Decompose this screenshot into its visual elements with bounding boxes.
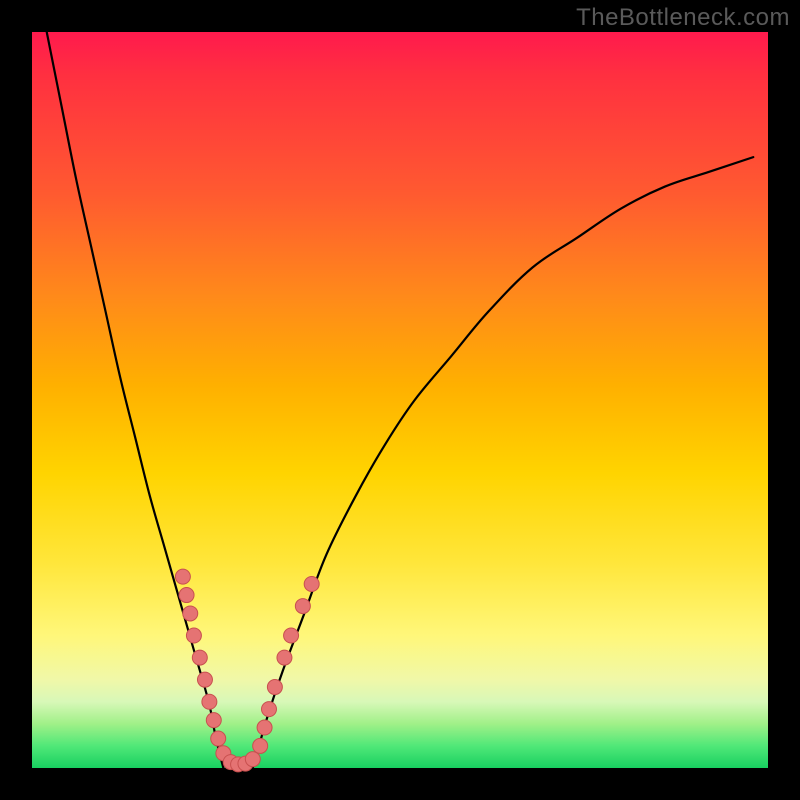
curve-right-branch bbox=[253, 157, 753, 768]
curve-layer bbox=[32, 32, 768, 768]
right-marker bbox=[253, 738, 268, 753]
left-marker bbox=[192, 650, 207, 665]
right-marker bbox=[261, 702, 276, 717]
left-marker bbox=[183, 606, 198, 621]
right-marker bbox=[295, 599, 310, 614]
left-marker bbox=[175, 569, 190, 584]
left-marker bbox=[179, 588, 194, 603]
right-marker bbox=[257, 720, 272, 735]
left-marker bbox=[211, 731, 226, 746]
left-marker bbox=[197, 672, 212, 687]
right-marker bbox=[304, 577, 319, 592]
watermark-text: TheBottleneck.com bbox=[576, 4, 790, 32]
left-marker bbox=[202, 694, 217, 709]
plot-area bbox=[32, 32, 768, 768]
left-marker bbox=[186, 628, 201, 643]
bottom-marker bbox=[245, 752, 260, 767]
right-marker bbox=[284, 628, 299, 643]
chart-outer: TheBottleneck.com bbox=[0, 0, 800, 800]
right-marker bbox=[267, 680, 282, 695]
right-marker bbox=[277, 650, 292, 665]
left-marker bbox=[206, 713, 221, 728]
